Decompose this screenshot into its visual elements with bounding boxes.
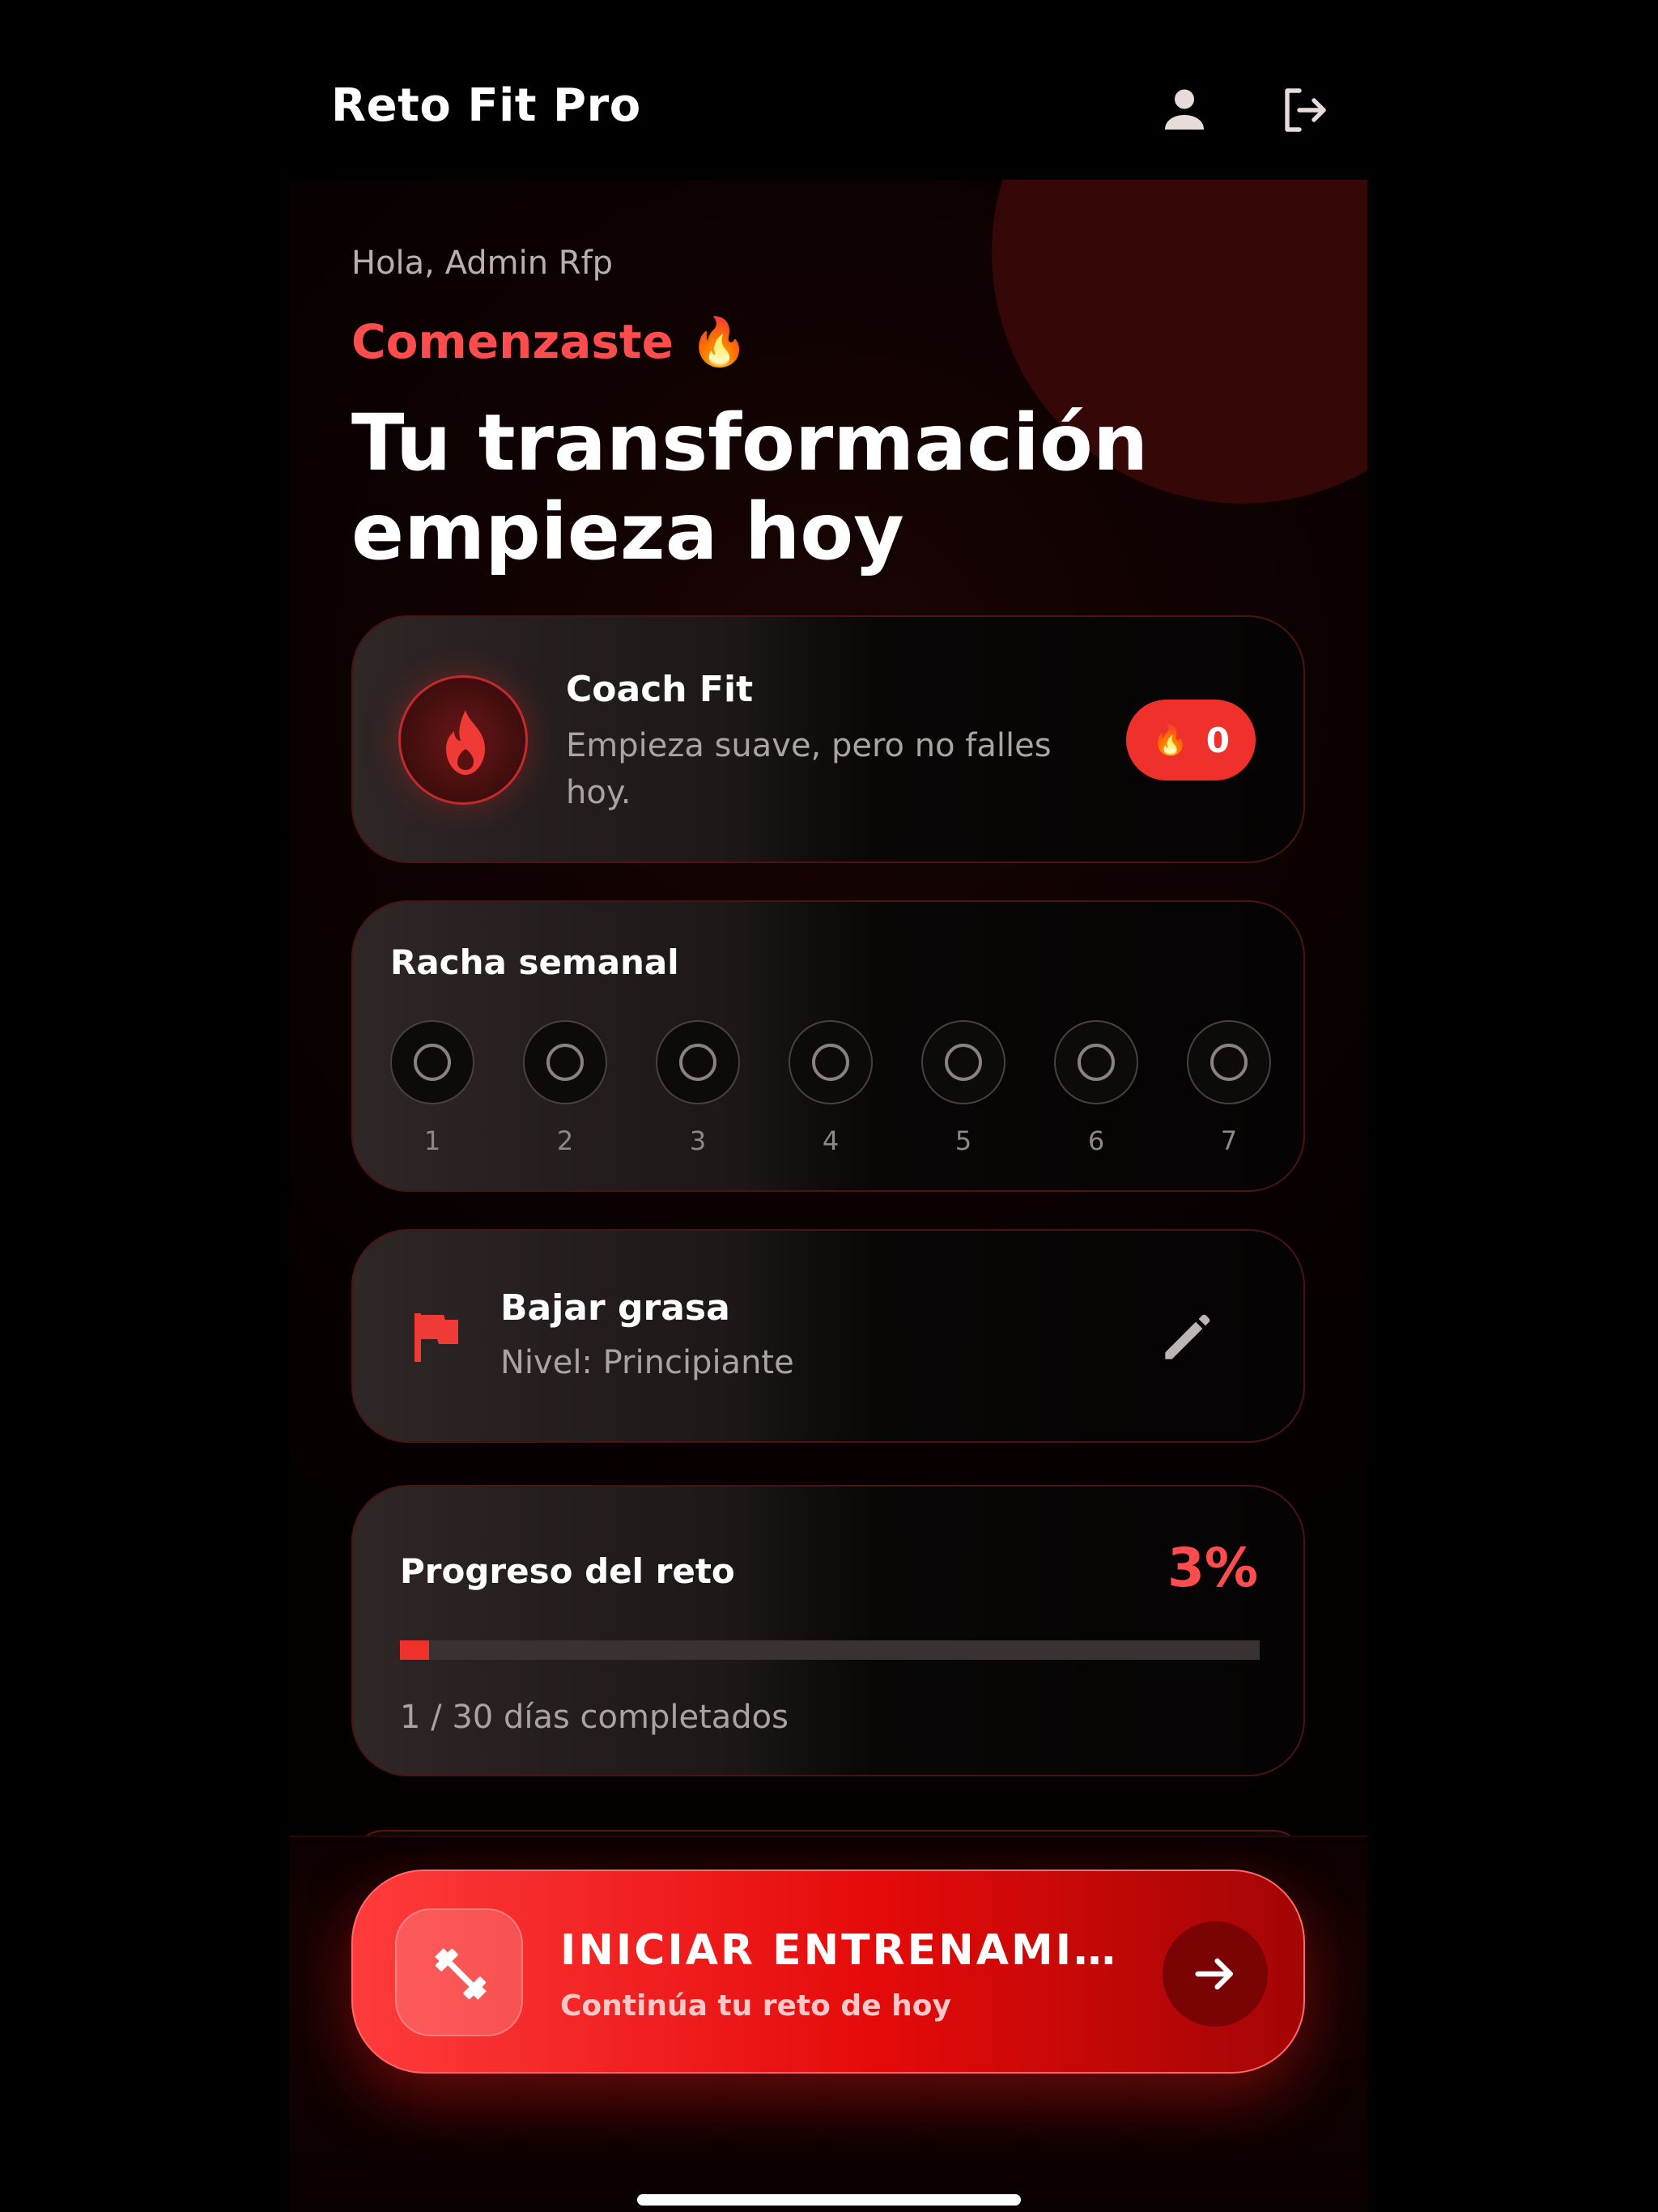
streak-day[interactable]: 5 — [921, 1020, 1005, 1156]
app-header: Reto Fit Pro — [289, 0, 1367, 180]
streak-day[interactable]: 3 — [656, 1020, 740, 1156]
arrow-right-icon — [1195, 1958, 1233, 1990]
progress-title: Progreso del reto — [400, 1551, 735, 1591]
flag-icon — [414, 1313, 458, 1362]
person-icon-glyph — [1165, 89, 1204, 130]
fire-icon: 🔥 — [1151, 724, 1188, 757]
flame-icon — [446, 710, 485, 775]
cta-subtitle: Continúa tu reto de hoy — [560, 1989, 951, 2023]
page-headline: Tu transformación empieza hoy — [351, 398, 1149, 577]
progress-days-completed: 1 / 30 días completados — [400, 1699, 789, 1736]
progress-bar — [400, 1640, 1260, 1660]
weekly-streak-title: Racha semanal — [390, 942, 679, 982]
logout-icon-glyph — [1285, 88, 1326, 132]
goal-card[interactable]: Bajar grasa Nivel: Principiante — [351, 1229, 1305, 1443]
home-indicator[interactable] — [637, 2194, 1021, 2206]
weekly-streak-card: Racha semanal 1 2 3 4 5 6 7 — [351, 900, 1305, 1192]
day-circle-icon — [390, 1020, 474, 1104]
coach-card: Coach Fit Empieza suave, pero no falles … — [351, 615, 1305, 863]
cta-title: INICIAR ENTRENAMIENTO — [560, 1926, 1127, 1975]
progress-card: Progreso del reto 3% 1 / 30 días complet… — [351, 1485, 1305, 1776]
app-title: Reto Fit Pro — [331, 79, 641, 132]
main-content[interactable]: Hola, Admin Rfp Comenzaste 🔥 Tu transfor… — [289, 180, 1367, 1836]
edit-goal-button[interactable] — [1154, 1305, 1219, 1370]
day-circle-icon — [1054, 1020, 1138, 1104]
greeting-text: Hola, Admin Rfp — [351, 245, 614, 282]
day-number: 5 — [954, 1125, 972, 1156]
day-circle-icon — [789, 1020, 873, 1104]
kicker-text: Comenzaste 🔥 — [351, 314, 749, 369]
coach-name: Coach Fit — [566, 669, 754, 710]
streak-count: 0 — [1205, 720, 1231, 760]
day-circle-icon — [523, 1020, 607, 1104]
streak-day[interactable]: 2 — [523, 1020, 607, 1156]
bottom-action-bar: INICIAR ENTRENAMIENTO Continúa tu reto d… — [289, 1836, 1367, 2212]
streak-badge[interactable]: 🔥 0 — [1126, 700, 1256, 781]
day-number: 1 — [423, 1125, 441, 1156]
cta-arrow-button[interactable] — [1163, 1921, 1268, 2027]
day-number: 6 — [1087, 1125, 1105, 1156]
day-number: 7 — [1220, 1125, 1238, 1156]
streak-day[interactable]: 7 — [1187, 1020, 1271, 1156]
streak-day[interactable]: 6 — [1054, 1020, 1138, 1156]
dumbbell-icon — [435, 1948, 487, 2000]
logout-icon[interactable] — [1275, 81, 1333, 139]
pencil-icon — [1165, 1314, 1210, 1359]
next-card-peek — [351, 1830, 1305, 1836]
day-circle-icon — [921, 1020, 1005, 1104]
day-circle-icon — [656, 1020, 740, 1104]
progress-percent: 3% — [1167, 1537, 1258, 1599]
cta-icon-box — [395, 1908, 523, 2036]
day-number: 3 — [689, 1125, 707, 1156]
streak-day[interactable]: 4 — [789, 1020, 873, 1156]
day-circle-icon — [1187, 1020, 1271, 1104]
goal-level: Nivel: Principiante — [500, 1344, 794, 1381]
start-training-button[interactable]: INICIAR ENTRENAMIENTO Continúa tu reto d… — [351, 1870, 1305, 2074]
coach-message: Empieza suave, pero no falles hoy. — [566, 727, 1052, 811]
streak-day[interactable]: 1 — [390, 1020, 474, 1156]
day-number: 4 — [822, 1125, 840, 1156]
goal-title: Bajar grasa — [500, 1287, 730, 1329]
app-screen: Reto Fit Pro Hola, Admin Rfp Comenzaste … — [289, 0, 1367, 2212]
person-icon[interactable] — [1155, 81, 1214, 139]
day-number: 2 — [556, 1125, 574, 1156]
progress-bar-fill — [400, 1640, 429, 1660]
coach-avatar — [398, 675, 528, 805]
